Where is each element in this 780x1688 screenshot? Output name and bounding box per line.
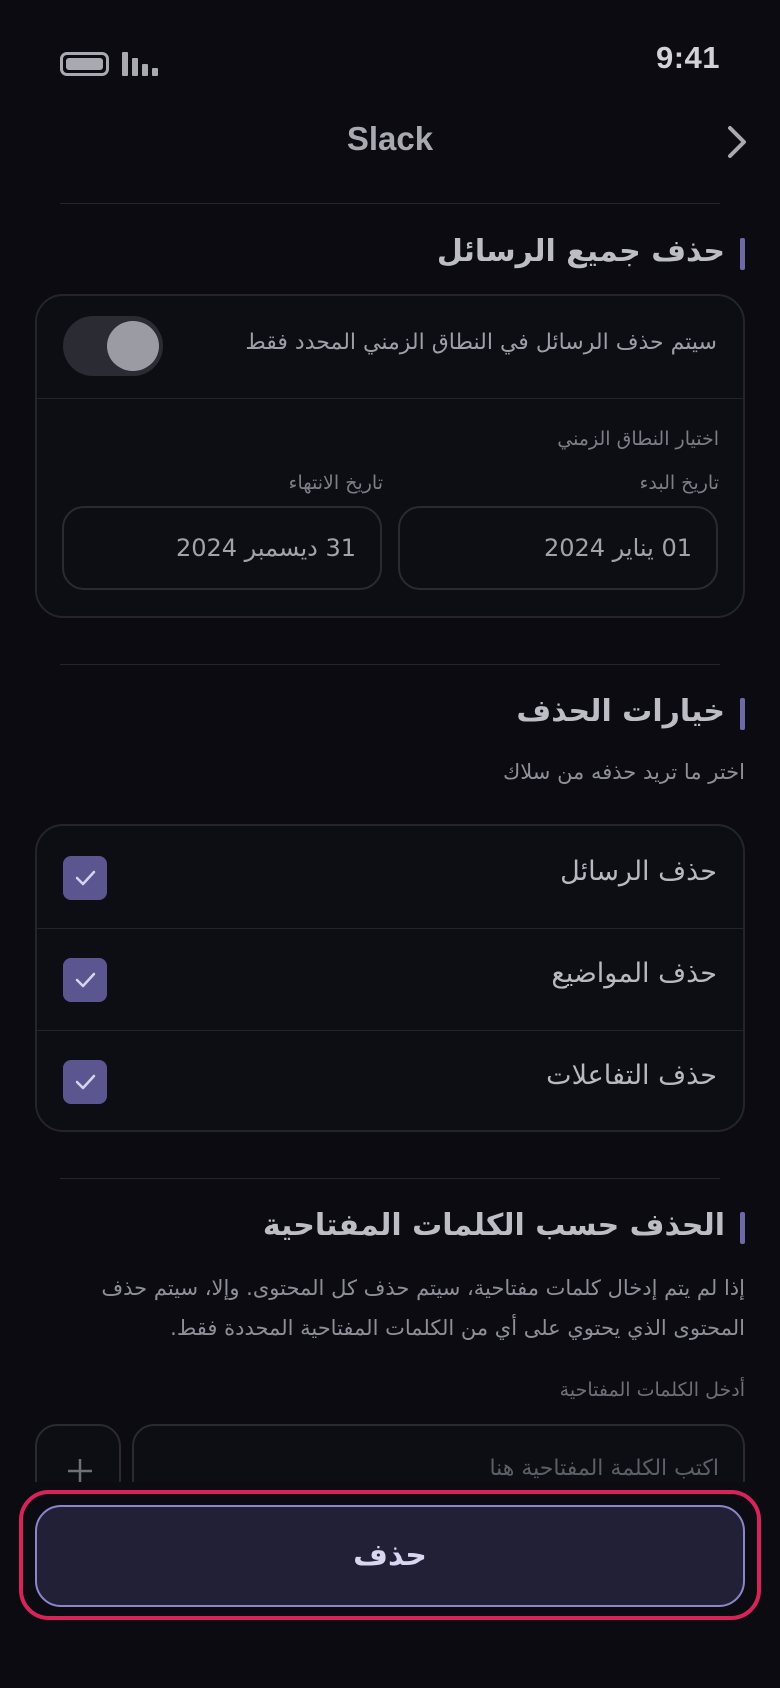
check-icon xyxy=(75,1074,96,1090)
header: Slack xyxy=(0,100,780,180)
divider xyxy=(60,1178,720,1179)
chevron-right-icon[interactable] xyxy=(722,122,752,162)
check-icon xyxy=(75,870,96,886)
checkbox-threads[interactable] xyxy=(63,958,107,1002)
option-row-threads[interactable]: حذف المواضيع xyxy=(37,928,743,1030)
signal-icon xyxy=(122,52,162,76)
section-title-delete-all: حذف جميع الرسائل xyxy=(437,234,746,270)
end-date-field[interactable]: 31 ديسمبر 2024 xyxy=(62,506,382,590)
time-range-toggle[interactable] xyxy=(63,316,163,376)
delete-options-subtitle: اختر ما تريد حذفه من سلاك xyxy=(502,760,745,784)
checkbox-reactions[interactable] xyxy=(63,1060,107,1104)
section-title-keywords: الحذف حسب الكلمات المفتاحية xyxy=(263,1208,746,1244)
keywords-input-label: أدخل الكلمات المفتاحية xyxy=(559,1379,745,1401)
divider xyxy=(60,203,720,204)
start-date-field[interactable]: 01 يناير 2024 xyxy=(398,506,718,590)
option-label: حذف المواضيع xyxy=(551,958,717,989)
keywords-description: إذا لم يتم إدخال كلمات مفتاحية، سيتم حذف… xyxy=(101,1276,745,1340)
section-title-delete-options: خيارات الحذف xyxy=(516,694,745,730)
toggle-knob xyxy=(107,321,159,371)
page-title: Slack xyxy=(346,120,434,157)
delete-options-card: حذف الرسائل حذف المواضيع حذف التفاعلات xyxy=(35,824,745,1132)
option-row-reactions[interactable]: حذف التفاعلات xyxy=(37,1030,743,1132)
option-label: حذف التفاعلات xyxy=(546,1060,717,1091)
battery-icon xyxy=(60,52,109,76)
check-icon xyxy=(75,972,96,988)
card-divider xyxy=(37,398,743,399)
range-label: اختيار النطاق الزمني xyxy=(557,428,719,450)
end-date-label: تاريخ الانتهاء xyxy=(288,472,383,494)
option-label: حذف الرسائل xyxy=(560,856,717,887)
checkbox-messages[interactable] xyxy=(63,856,107,900)
divider xyxy=(60,664,720,665)
option-row-messages[interactable]: حذف الرسائل xyxy=(37,826,743,928)
delete-button[interactable]: حذف xyxy=(35,1505,745,1607)
toggle-label: سيتم حذف الرسائل في النطاق الزمني المحدد… xyxy=(245,330,717,355)
start-date-label: تاريخ البدء xyxy=(639,472,719,494)
status-time: 9:41 xyxy=(655,40,720,75)
